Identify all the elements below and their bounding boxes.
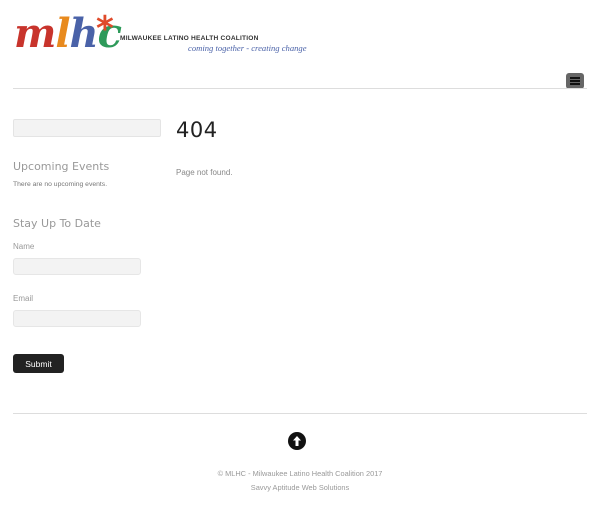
search-input[interactable] [13,119,161,137]
org-tagline: coming together - creating change [188,43,307,53]
submit-button[interactable]: Submit [13,354,64,373]
email-label: Email [13,294,34,303]
org-name: MILWAUKEE LATINO HEALTH COALITION [120,35,259,42]
page-title: 404 [176,118,218,142]
site-logo[interactable]: mlhc * MILWAUKEE LATINO HEALTH COALITION… [14,12,314,60]
logo-asterisk-icon: * [96,9,114,49]
arrow-up-circle-icon[interactable] [288,432,306,450]
footer-divider [13,413,587,414]
no-events-text: There are no upcoming events. [13,181,108,188]
email-field[interactable] [13,310,141,327]
name-label: Name [13,242,35,251]
upcoming-events-heading: Upcoming Events [13,160,110,173]
footer-copyright: © MLHC - Milwaukee Latino Health Coaliti… [217,469,383,478]
stay-up-to-date-heading: Stay Up To Date [13,217,101,230]
footer-credit-link[interactable]: Savvy Aptitude Web Solutions [0,483,600,492]
name-field[interactable] [13,258,141,275]
not-found-message: Page not found. [176,168,233,177]
header-divider [13,88,587,89]
hamburger-menu-icon[interactable] [566,73,584,89]
